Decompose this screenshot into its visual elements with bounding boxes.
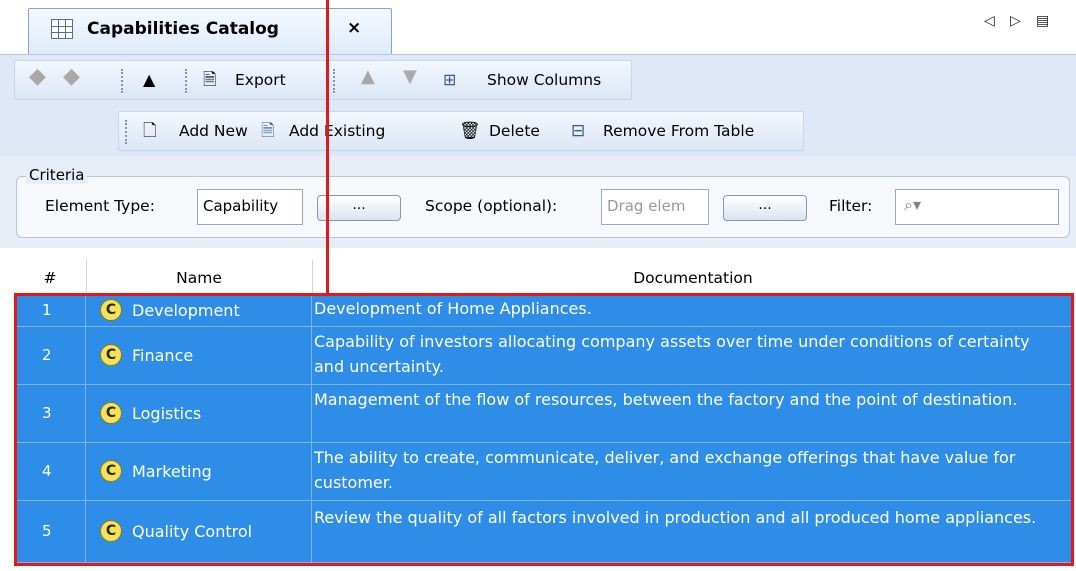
scope-browse-button[interactable]: ... [723, 195, 807, 221]
move-down-icon[interactable]: ▼ [403, 67, 417, 87]
scope-field[interactable]: Drag elem [601, 189, 709, 225]
column-header-name[interactable]: Name [86, 269, 312, 287]
toolbar-area: ◆ ◆ ▲ 🗎 Export ▲ ▼ ⊞ Show Columns 🗋 Add … [0, 54, 1076, 156]
add-new-icon: 🗋 [143, 121, 157, 141]
scroll-left-icon[interactable]: ◁ [984, 13, 995, 29]
row-documentation: Development of Home Appliances. [314, 299, 592, 318]
main-toolbar: ◆ ◆ ▲ 🗎 Export ▲ ▼ ⊞ Show Columns [14, 60, 632, 100]
row-documentation: The ability to create, communicate, deli… [314, 448, 1016, 492]
capability-icon: C [100, 520, 122, 542]
row-number: 2 [42, 346, 52, 364]
close-icon[interactable]: × [347, 18, 361, 38]
table-icon [51, 19, 73, 39]
row-name: Marketing [132, 462, 212, 481]
edit-toolbar: 🗋 Add New 🗎 Add Existing 🗑 Delete ⊟ Remo… [118, 111, 804, 151]
table-row[interactable]: 2 C Finance Capability of investors allo… [14, 327, 1074, 385]
row-name: Logistics [132, 404, 202, 423]
tab-title: Capabilities Catalog [87, 19, 279, 39]
table-row[interactable]: 1 C Development Development of Home Appl… [14, 294, 1074, 327]
row-name: Quality Control [132, 522, 253, 541]
row-name: Finance [132, 346, 194, 365]
forward-arrow-icon[interactable]: ◆ [63, 66, 80, 88]
tab-strip: Capabilities Catalog × ◁ ▷ ▤ [0, 0, 1076, 54]
filter-input[interactable]: ⌕▾ [895, 189, 1059, 225]
remove-from-table-button[interactable]: Remove From Table [603, 122, 754, 140]
criteria-title: Criteria [26, 166, 88, 184]
add-existing-button[interactable]: Add Existing [289, 122, 385, 140]
toolbar-grip[interactable] [185, 69, 188, 93]
row-number: 5 [42, 522, 52, 540]
capability-icon: C [100, 344, 122, 366]
capability-icon: C [100, 402, 122, 424]
element-type-browse-button[interactable]: ... [317, 195, 401, 221]
collapse-up-icon[interactable]: ▲ [143, 70, 155, 90]
table-row[interactable]: 4 C Marketing The ability to create, com… [14, 443, 1074, 501]
row-documentation: Management of the flow of resources, bet… [314, 390, 1018, 409]
toolbar-grip[interactable] [125, 120, 128, 144]
toolbar-grip[interactable] [333, 69, 336, 93]
scroll-right-icon[interactable]: ▷ [1010, 13, 1021, 29]
delete-button[interactable]: Delete [489, 122, 540, 140]
column-header-number[interactable]: # [14, 269, 86, 287]
row-number: 1 [42, 301, 52, 319]
search-icon: ⌕▾ [904, 195, 921, 214]
remove-from-table-icon: ⊟ [571, 121, 586, 141]
row-number: 3 [42, 404, 52, 422]
capability-icon: C [100, 299, 122, 321]
column-header-documentation[interactable]: Documentation [312, 269, 1074, 287]
tab-list-icon[interactable]: ▤ [1036, 13, 1049, 29]
filter-label: Filter: [829, 197, 873, 215]
move-up-icon[interactable]: ▲ [361, 67, 375, 87]
element-type-label: Element Type: [45, 197, 155, 215]
export-button[interactable]: Export [235, 71, 286, 89]
add-existing-icon: 🗎 [261, 121, 275, 141]
show-columns-icon: ⊞ [443, 70, 457, 89]
criteria-panel: Element Type: Capability ... Scope (opti… [0, 156, 1076, 248]
capabilities-table: # Name Documentation 1 C Development Dev… [14, 250, 1074, 566]
criteria-group: Element Type: Capability ... Scope (opti… [16, 176, 1070, 238]
row-documentation: Capability of investors allocating compa… [314, 332, 1030, 376]
row-number: 4 [42, 462, 52, 480]
row-name: Development [132, 301, 240, 320]
table-row[interactable]: 3 C Logistics Management of the flow of … [14, 385, 1074, 443]
back-arrow-icon[interactable]: ◆ [29, 66, 46, 88]
delete-icon: 🗑 [459, 121, 481, 141]
row-documentation: Review the quality of all factors involv… [314, 508, 1037, 527]
toolbar-grip[interactable] [121, 69, 124, 93]
export-icon: 🗎 [203, 70, 217, 90]
show-columns-button[interactable]: Show Columns [487, 71, 601, 89]
element-type-field[interactable]: Capability [197, 189, 303, 225]
table-header: # Name Documentation [14, 258, 1074, 294]
capability-icon: C [100, 460, 122, 482]
add-new-button[interactable]: Add New [179, 122, 248, 140]
table-row[interactable]: 5 C Quality Control Review the quality o… [14, 501, 1074, 563]
tab-capabilities-catalog[interactable]: Capabilities Catalog × [28, 8, 392, 54]
scope-label: Scope (optional): [425, 197, 558, 215]
